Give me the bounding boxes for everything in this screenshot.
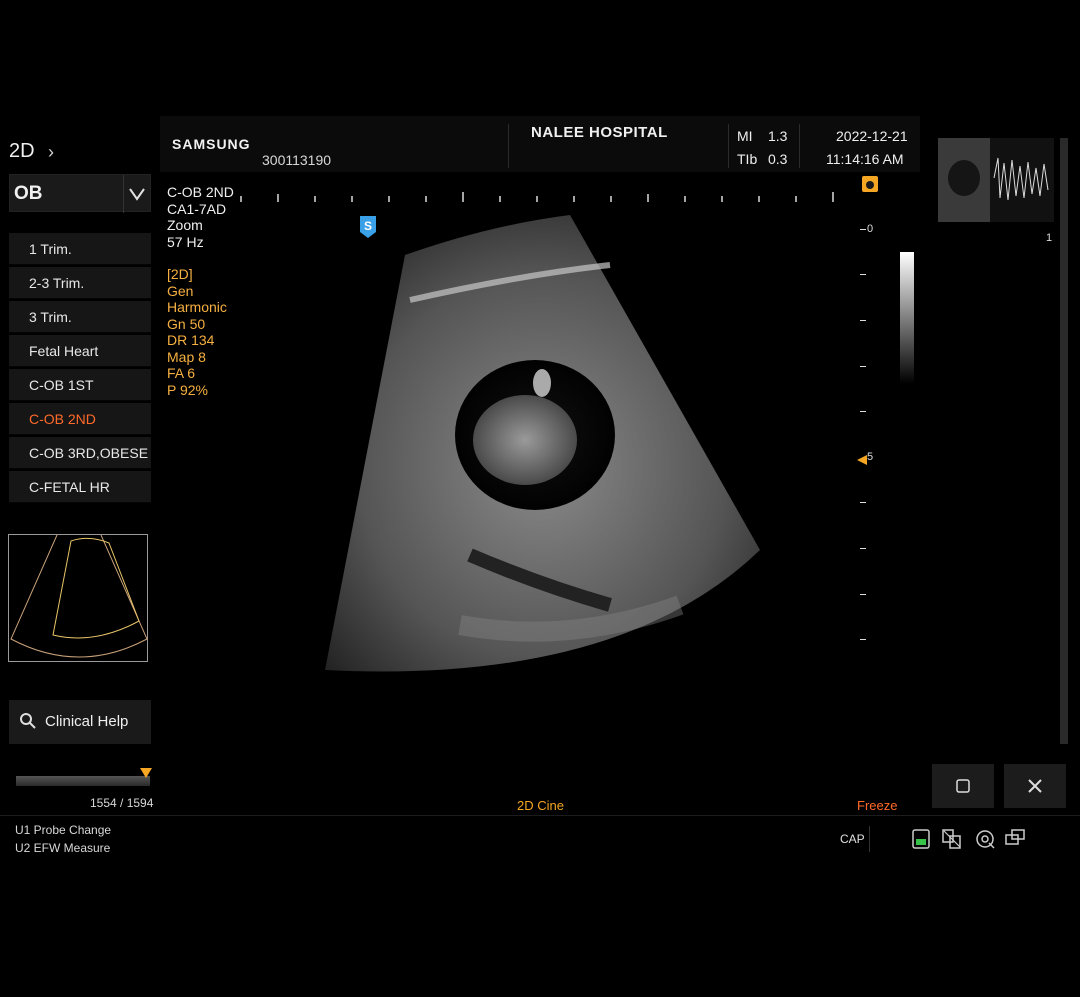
cap-label: CAP bbox=[840, 832, 865, 846]
lateral-scale bbox=[240, 192, 834, 202]
image-info: C-OB 2ND CA1-7AD Zoom 57 Hz bbox=[167, 184, 234, 250]
clip-thumbnail[interactable] bbox=[938, 138, 1054, 222]
grayscale-bar bbox=[900, 252, 914, 384]
storage-icon[interactable] bbox=[912, 829, 930, 854]
preset-fetal-heart[interactable]: Fetal Heart bbox=[9, 335, 151, 367]
depth-label-top: 0 bbox=[867, 223, 874, 235]
focus-depth-icon[interactable] bbox=[857, 452, 867, 470]
user-key-u2[interactable]: U2 EFW Measure bbox=[15, 841, 110, 855]
cine-frame-counter: 1554 / 1594 bbox=[90, 796, 154, 810]
depth-tick bbox=[860, 320, 866, 321]
maximize-button[interactable] bbox=[932, 764, 994, 808]
exam-time: 11:14:16 AM bbox=[826, 151, 904, 167]
imaging-parameters: [2D] Gen Harmonic Gn 50 DR 134 Map 8 FA … bbox=[167, 266, 227, 398]
depth-tick bbox=[860, 366, 866, 367]
depth-tick bbox=[860, 229, 866, 230]
display-icon[interactable] bbox=[1005, 829, 1025, 854]
preset-c-ob-3rd-obese[interactable]: C-OB 3RD,OBESE bbox=[9, 437, 151, 469]
fa-value: FA 6 bbox=[167, 365, 196, 381]
mi-label: MI bbox=[737, 128, 753, 144]
cine-scrollbar[interactable] bbox=[16, 776, 150, 786]
probe-sector-diagram bbox=[8, 534, 148, 662]
depth-tick bbox=[860, 594, 866, 595]
chevron-down-icon[interactable] bbox=[123, 175, 150, 213]
mi-value: 1.3 bbox=[768, 128, 788, 144]
clinical-help-label: Clinical Help bbox=[45, 713, 129, 730]
footer-divider bbox=[0, 815, 1080, 816]
brand-logo: SAMSUNG bbox=[172, 136, 251, 152]
probe-name: CA1-7AD bbox=[167, 200, 227, 217]
user-key-u1[interactable]: U1 Probe Change bbox=[15, 823, 111, 837]
application-label: OB bbox=[14, 183, 43, 204]
thumbnail-scrollbar[interactable] bbox=[1060, 138, 1068, 744]
frame-rate: 57 Hz bbox=[167, 233, 204, 250]
mode-label[interactable]: 2D bbox=[9, 140, 35, 163]
power-value: P 92% bbox=[167, 381, 208, 398]
header-divider bbox=[728, 124, 729, 168]
preset-name: C-OB 2ND bbox=[167, 184, 234, 200]
clinical-help-button[interactable]: Clinical Help bbox=[9, 700, 151, 744]
depth-tick bbox=[860, 548, 866, 549]
status-divider bbox=[869, 826, 870, 852]
application-select[interactable]: OB bbox=[9, 174, 151, 213]
depth-tick bbox=[860, 639, 866, 640]
map-value: Map 8 bbox=[167, 348, 206, 365]
search-icon bbox=[19, 712, 37, 735]
close-button[interactable] bbox=[1004, 764, 1066, 808]
depth-label-mid: 5 bbox=[867, 451, 874, 463]
tib-label: TIb bbox=[737, 151, 758, 167]
zoom-label: Zoom bbox=[167, 217, 203, 233]
hospital-name: NALEE HOSPITAL bbox=[531, 124, 668, 141]
depth-tick bbox=[860, 274, 866, 275]
ultrasound-image[interactable] bbox=[320, 205, 770, 680]
cine-status: 2D Cine bbox=[517, 798, 564, 813]
preset-3-trim[interactable]: 3 Trim. bbox=[9, 301, 151, 333]
header-divider bbox=[799, 124, 800, 168]
preset-2-3-trim[interactable]: 2-3 Trim. bbox=[9, 267, 151, 299]
dynamic-range-value: DR 134 bbox=[167, 332, 215, 348]
harmonic-label: Harmonic bbox=[167, 299, 227, 315]
depth-tick bbox=[860, 411, 866, 412]
thumbnail-index: 1 bbox=[1046, 232, 1053, 244]
patient-id: 300113190 bbox=[262, 152, 332, 168]
freeze-status: Freeze bbox=[857, 798, 898, 813]
gen-label: Gen bbox=[167, 282, 194, 299]
preset-c-fetal-hr[interactable]: C-FETAL HR bbox=[9, 471, 151, 503]
cine-marker-icon[interactable] bbox=[140, 765, 152, 783]
depth-tick bbox=[860, 502, 866, 503]
header-divider bbox=[508, 124, 509, 168]
preset-c-ob-1st[interactable]: C-OB 1ST bbox=[9, 369, 151, 401]
mode-tag: [2D] bbox=[167, 266, 193, 282]
preset-c-ob-2nd[interactable]: C-OB 2ND bbox=[9, 403, 151, 435]
exam-date: 2022-12-21 bbox=[836, 128, 908, 144]
probe-orientation-icon bbox=[862, 176, 878, 197]
network-icon[interactable] bbox=[942, 829, 962, 854]
disc-icon[interactable] bbox=[975, 829, 995, 854]
preset-1-trim[interactable]: 1 Trim. bbox=[9, 233, 151, 265]
chevron-right-icon[interactable]: › bbox=[48, 142, 54, 163]
gain-value: Gn 50 bbox=[167, 315, 206, 332]
tib-value: 0.3 bbox=[768, 151, 788, 167]
